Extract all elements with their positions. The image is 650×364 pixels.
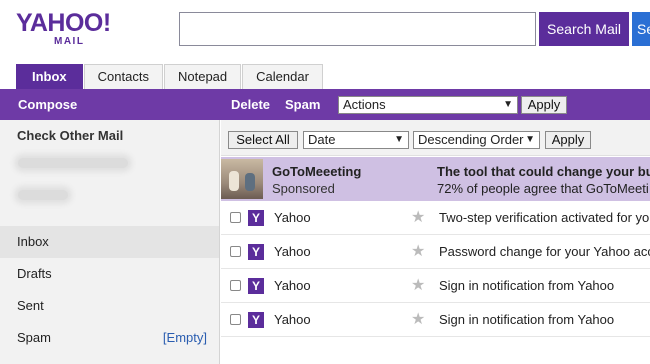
folder-label: Drafts: [17, 266, 52, 281]
message-sender: Yahoo: [274, 312, 311, 327]
yahoo-sender-icon: Y: [248, 210, 264, 226]
folder-label: Sent: [17, 298, 44, 313]
folder-list: Inbox Drafts Sent Spam [Empty]: [0, 226, 219, 354]
folder-spam[interactable]: Spam [Empty]: [0, 322, 219, 354]
message-checkbox[interactable]: [230, 212, 241, 223]
tab-calendar[interactable]: Calendar: [242, 64, 323, 89]
star-icon[interactable]: ★: [411, 269, 425, 302]
message-sender: Yahoo: [274, 244, 311, 259]
message-row[interactable]: Y Yahoo ★ Sign in notification from Yaho…: [221, 303, 650, 337]
sort-apply-button[interactable]: Apply: [545, 131, 591, 149]
folder-label: Spam: [17, 330, 51, 345]
sponsored-message-row[interactable]: GoToMeeeting Sponsored The tool that cou…: [221, 157, 650, 201]
sort-field-value: Date: [308, 132, 336, 147]
dropdown-arrow-icon: ▼: [394, 134, 404, 145]
yahoo-sender-icon: Y: [248, 312, 264, 328]
tab-contacts[interactable]: Contacts: [83, 64, 163, 89]
dropdown-arrow-icon: ▼: [525, 134, 535, 145]
folder-label: Inbox: [17, 234, 49, 249]
actions-select-value: Actions: [343, 97, 386, 112]
actions-apply-button[interactable]: Apply: [521, 96, 567, 114]
folder-inbox[interactable]: Inbox: [0, 226, 219, 258]
blurred-account-email[interactable]: [18, 158, 128, 168]
search-input[interactable]: [179, 12, 536, 46]
message-sender: Yahoo: [274, 278, 311, 293]
sponsored-label: Sponsored: [272, 181, 335, 196]
message-row[interactable]: Y Yahoo ★ Two-step verification activate…: [221, 201, 650, 235]
yahoo-sender-icon: Y: [248, 244, 264, 260]
ad-thumbnail-image: [221, 159, 263, 199]
select-all-button[interactable]: Select All: [228, 131, 298, 149]
message-checkbox[interactable]: [230, 246, 241, 257]
blurred-account-name[interactable]: [18, 190, 68, 200]
folder-drafts[interactable]: Drafts: [0, 258, 219, 290]
sort-order-select[interactable]: Descending Order ▼: [413, 131, 540, 149]
spam-button[interactable]: Spam: [285, 89, 320, 120]
message-subject: Sign in notification from Yahoo: [439, 278, 615, 293]
logo-subtext: MAIL: [54, 36, 85, 47]
message-subject: Two-step verification activated for yo: [439, 210, 650, 225]
search-web-button[interactable]: Search Web: [632, 12, 650, 46]
sort-order-value: Descending Order: [418, 132, 524, 147]
star-icon[interactable]: ★: [411, 235, 425, 268]
folder-sent[interactable]: Sent: [0, 290, 219, 322]
sidebar: Check Other Mail Inbox Drafts Sent Spam …: [0, 120, 220, 364]
ad-snippet: 72% of people agree that GoToMeeti: [437, 181, 649, 196]
delete-button[interactable]: Delete: [231, 89, 270, 120]
main-tabs: Inbox Contacts Notepad Calendar: [16, 64, 324, 89]
check-other-mail-link[interactable]: Check Other Mail: [17, 128, 123, 143]
dropdown-arrow-icon: ▼: [503, 99, 513, 110]
empty-spam-link[interactable]: [Empty]: [163, 322, 207, 354]
star-icon[interactable]: ★: [411, 303, 425, 336]
tab-inbox[interactable]: Inbox: [16, 64, 83, 89]
yahoo-mail-logo[interactable]: YAHOO! MAIL: [16, 9, 112, 49]
compose-button[interactable]: Compose: [18, 89, 77, 120]
ad-subject: The tool that could change your bu: [437, 164, 650, 179]
ad-sender: GoToMeeeting: [272, 164, 362, 179]
star-icon[interactable]: ★: [411, 201, 425, 234]
actions-select[interactable]: Actions ▼: [338, 96, 518, 114]
message-subject: Sign in notification from Yahoo: [439, 312, 615, 327]
logo-text: YAHOO!: [16, 9, 111, 37]
message-checkbox[interactable]: [230, 314, 241, 325]
message-subject: Password change for your Yahoo acc: [439, 244, 650, 259]
sort-field-select[interactable]: Date ▼: [303, 131, 409, 149]
search-mail-button[interactable]: Search Mail: [539, 12, 629, 46]
yahoo-sender-icon: Y: [248, 278, 264, 294]
message-sender: Yahoo: [274, 210, 311, 225]
message-row[interactable]: Y Yahoo ★ Password change for your Yahoo…: [221, 235, 650, 269]
message-checkbox[interactable]: [230, 280, 241, 291]
tab-notepad[interactable]: Notepad: [163, 64, 242, 89]
message-row[interactable]: Y Yahoo ★ Sign in notification from Yaho…: [221, 269, 650, 303]
